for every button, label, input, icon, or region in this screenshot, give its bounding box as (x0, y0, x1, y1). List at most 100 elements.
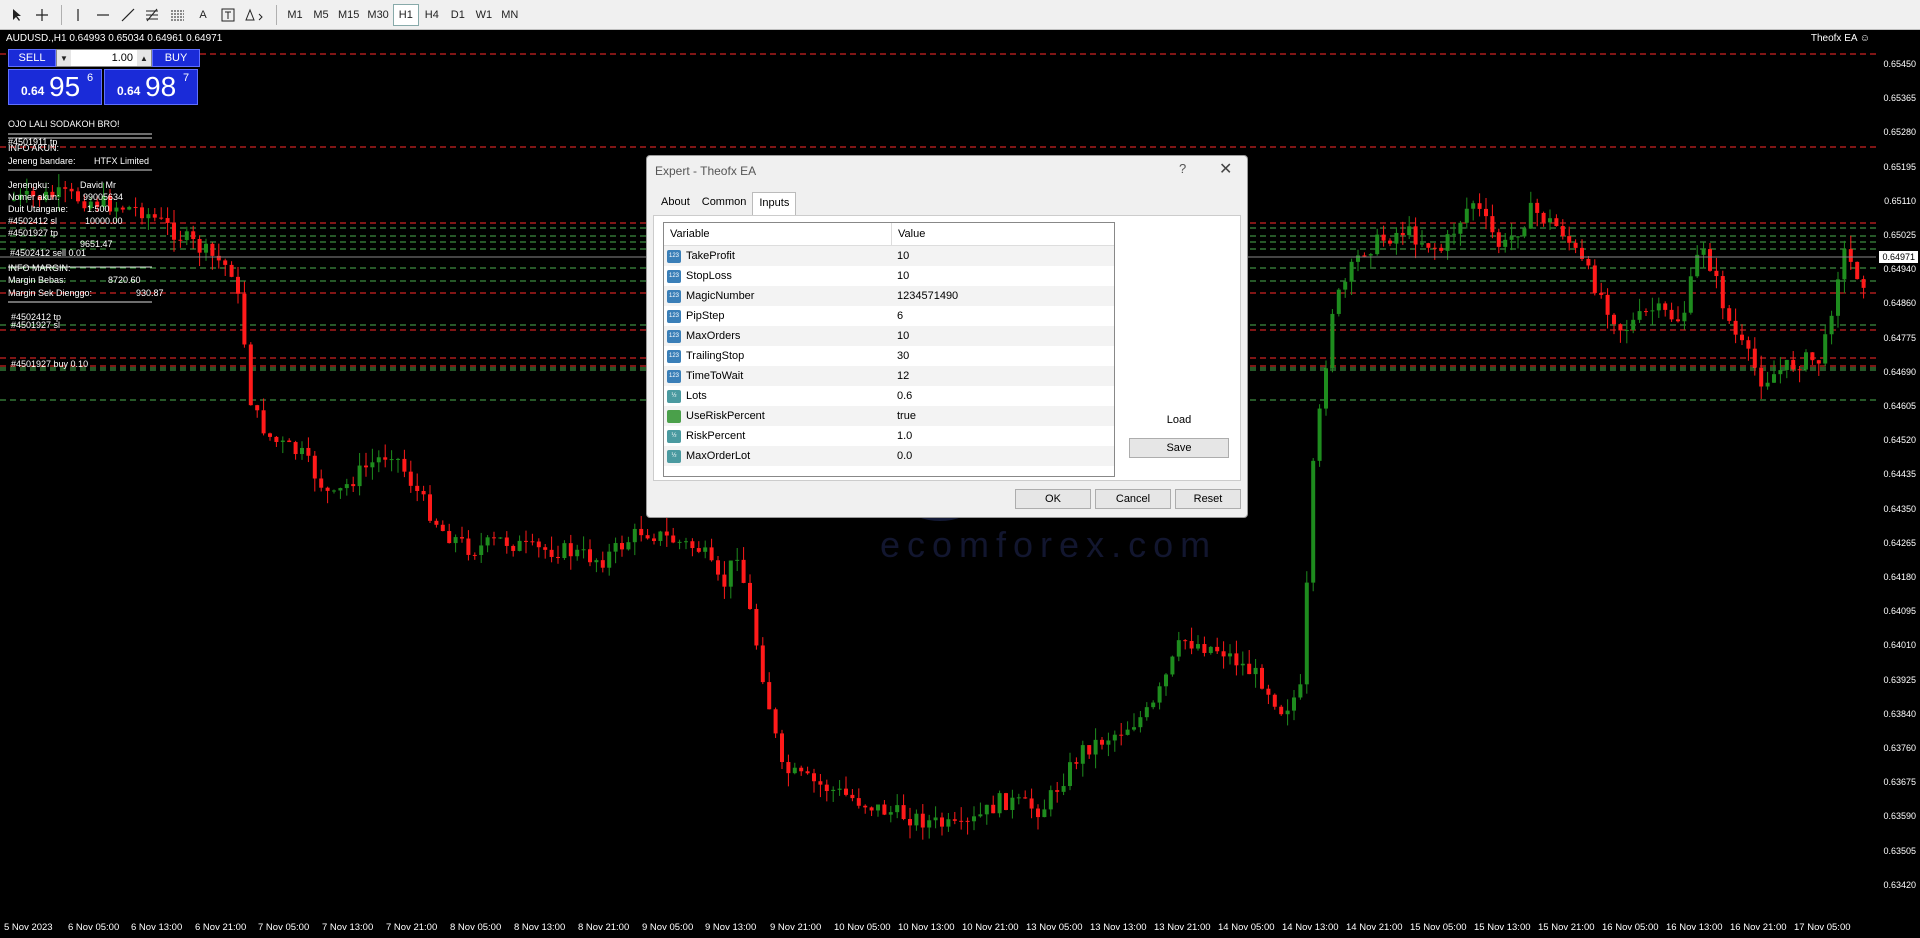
param-row-trailingstop[interactable]: 123 TrailingStop 30 (664, 346, 1114, 366)
text-icon[interactable]: A (192, 4, 214, 26)
timeframe-m5[interactable]: M5 (308, 4, 334, 26)
channel-icon[interactable] (167, 4, 189, 26)
candle-body (1541, 212, 1546, 223)
candle-body (1208, 646, 1213, 653)
candle-body (728, 560, 733, 587)
param-row-timetowait[interactable]: 123 TimeToWait 12 (664, 366, 1114, 386)
timeframe-m1[interactable]: M1 (282, 4, 308, 26)
candle-body (1746, 340, 1751, 349)
price-tick: 0.64010 (1883, 640, 1916, 651)
candle-body (1272, 694, 1277, 707)
candle-body (1183, 640, 1188, 642)
candle-body (773, 709, 778, 734)
candle-body (1612, 314, 1616, 325)
candle-body (1106, 740, 1111, 745)
price-axis[interactable]: 0.65450 0.65365 0.65280 0.65195 0.65110 0.650… (1876, 30, 1920, 920)
candle-body (1471, 203, 1476, 209)
shapes-icon[interactable] (242, 4, 268, 26)
lot-size-value[interactable]: 1.00 (71, 52, 137, 64)
param-row-lots[interactable]: ½ Lots 0.6 (664, 386, 1114, 406)
candle-body (1656, 303, 1661, 311)
param-value[interactable]: 12 (892, 370, 1114, 382)
timeframe-h4[interactable]: H4 (419, 4, 445, 26)
candle-body (1624, 330, 1629, 332)
trendline-icon[interactable] (117, 4, 139, 26)
param-row-pipstep[interactable]: 123 PipStep 6 (664, 306, 1114, 326)
sell-button[interactable]: SELL (8, 49, 56, 67)
param-value[interactable]: 6 (892, 310, 1114, 322)
candle-body (530, 541, 535, 543)
candle-body (408, 471, 413, 486)
param-row-maxorders[interactable]: 123 MaxOrders 10 (664, 326, 1114, 346)
candle-body (1516, 236, 1520, 238)
reset-button[interactable]: Reset (1175, 489, 1241, 509)
candle-body (792, 767, 797, 774)
timeframe-w1[interactable]: W1 (471, 4, 497, 26)
param-value[interactable]: 1.0 (892, 430, 1114, 442)
param-name: StopLoss (686, 270, 732, 282)
param-value[interactable]: 10 (892, 250, 1114, 262)
column-variable[interactable]: Variable (664, 223, 892, 245)
timeframe-m30[interactable]: M30 (363, 4, 392, 26)
param-value[interactable]: 10 (892, 270, 1114, 282)
ea-name-label: Theofx EA ☺ (1810, 33, 1870, 44)
lot-dropdown-icon[interactable]: ▼ (57, 50, 71, 66)
candle-body (383, 457, 388, 460)
candle-body (319, 478, 324, 488)
param-value[interactable]: 10 (892, 330, 1114, 342)
buy-price[interactable]: 0.64 98 7 (104, 69, 198, 105)
tab-about[interactable]: About (655, 192, 696, 216)
candle-body (152, 214, 157, 218)
timeframe-h1[interactable]: H1 (392, 3, 419, 26)
sell-price[interactable]: 0.64 95 6 (8, 69, 102, 105)
fibonacci-icon[interactable] (142, 4, 164, 26)
candle-body (575, 549, 580, 557)
cancel-button[interactable]: Cancel (1095, 489, 1171, 509)
param-value[interactable]: 0.0 (892, 450, 1114, 462)
timeframe-m15[interactable]: M15 (334, 4, 363, 26)
param-row-useriskpercent[interactable]: UseRiskPercent true (664, 406, 1114, 426)
param-value[interactable]: 0.6 (892, 390, 1114, 402)
save-button[interactable]: Save (1129, 438, 1229, 458)
column-value[interactable]: Value (892, 223, 1114, 245)
load-button[interactable]: Load (1129, 410, 1229, 430)
ok-button[interactable]: OK (1015, 489, 1091, 509)
candle-body (1772, 374, 1776, 383)
time-tick: 13 Nov 05:00 (1026, 922, 1083, 933)
param-row-stoploss[interactable]: 123 StopLoss 10 (664, 266, 1114, 286)
candle-body (1074, 762, 1079, 764)
candle-body (888, 812, 893, 815)
timeframe-d1[interactable]: D1 (445, 4, 471, 26)
tab-common[interactable]: Common (696, 192, 753, 216)
tab-inputs[interactable]: Inputs (752, 192, 797, 217)
param-value[interactable]: 30 (892, 350, 1114, 362)
param-name-cell: 123 TimeToWait (664, 369, 892, 383)
lot-stepper-icon[interactable]: ▲ (137, 50, 151, 66)
lot-size-field[interactable]: ▼ 1.00 ▲ (56, 49, 152, 67)
param-row-maxorderlot[interactable]: ½ MaxOrderLot 0.0 (664, 446, 1114, 466)
candle-body (1599, 292, 1604, 295)
text-label-icon[interactable] (217, 4, 239, 26)
param-row-takeprofit[interactable]: 123 TakeProfit 10 (664, 246, 1114, 266)
candle-body (146, 214, 151, 219)
candle-body (1759, 367, 1764, 387)
candle-body (1304, 582, 1309, 685)
crosshair-icon[interactable] (31, 4, 53, 26)
param-value[interactable]: 1234571490 (892, 290, 1114, 302)
candle-body (332, 490, 336, 492)
help-icon[interactable]: ? (1179, 161, 1186, 176)
vertical-line-icon[interactable] (67, 4, 89, 26)
candle-body (1189, 640, 1194, 649)
close-icon[interactable]: ✕ (1219, 159, 1232, 179)
balance-value: 10000.00 (85, 216, 123, 226)
param-row-magicnumber[interactable]: 123 MagicNumber 1234571490 (664, 286, 1114, 306)
candle-body (1112, 734, 1117, 741)
buy-button[interactable]: BUY (152, 49, 200, 67)
param-value[interactable]: true (892, 410, 1114, 422)
param-row-riskpercent[interactable]: ½ RiskPercent 1.0 (664, 426, 1114, 446)
cursor-icon[interactable] (6, 4, 28, 26)
time-axis[interactable]: 5 Nov 2023 6 Nov 05:00 6 Nov 13:00 6 Nov 21… (0, 918, 1876, 938)
horizontal-line-icon[interactable] (92, 4, 114, 26)
price-tick: 0.63590 (1883, 811, 1916, 822)
timeframe-mn[interactable]: MN (497, 4, 523, 26)
